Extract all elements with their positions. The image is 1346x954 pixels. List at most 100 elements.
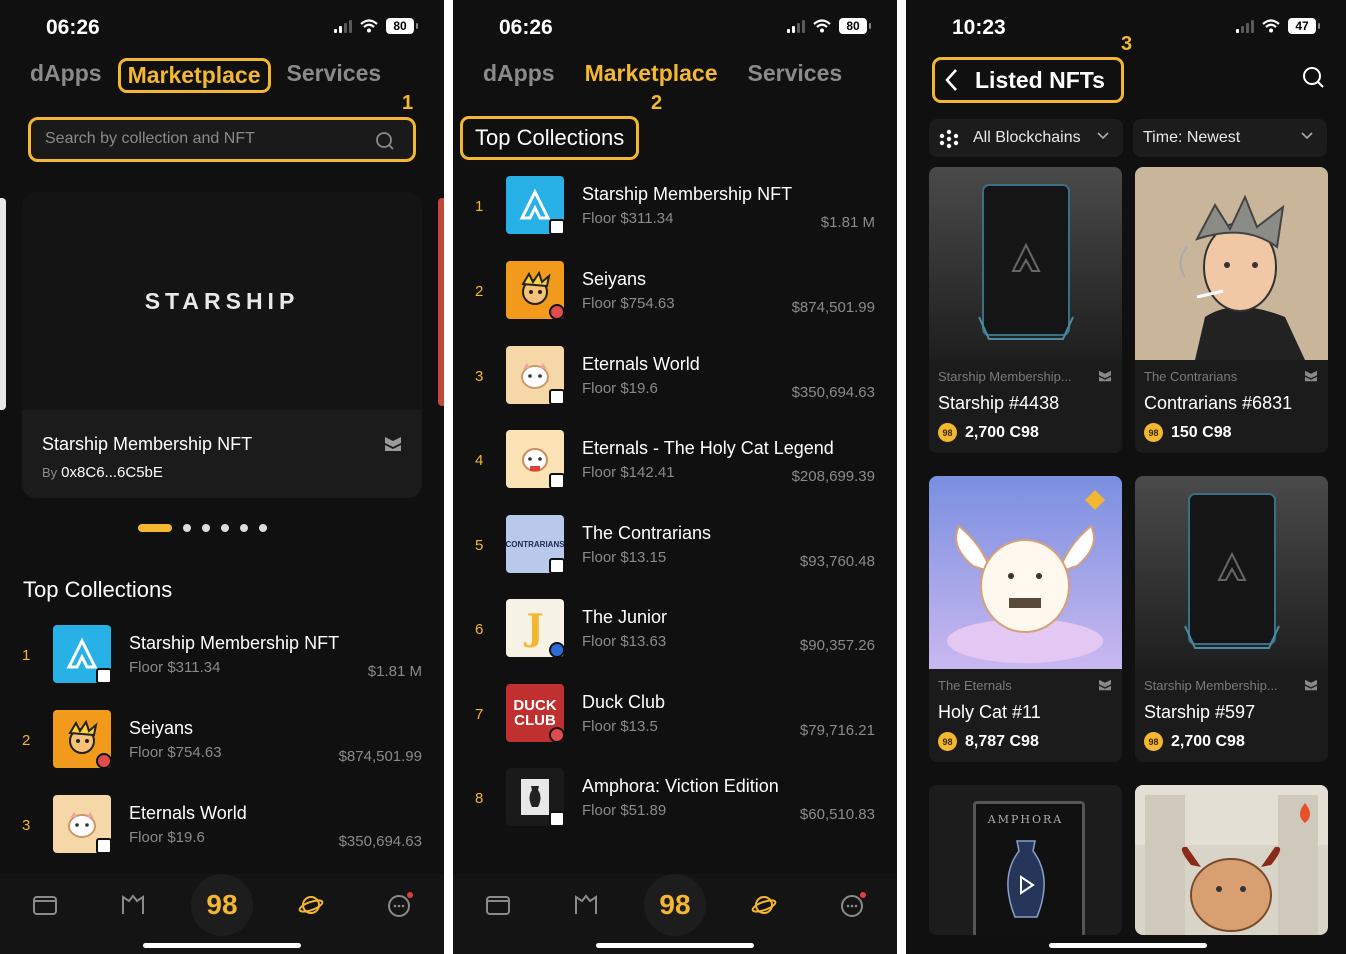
carousel-prev-peek[interactable] (0, 198, 6, 410)
nft-card-partial[interactable] (1135, 785, 1328, 935)
bottom-tab-bar: 98 (0, 874, 444, 954)
tab-marketplace[interactable]: Marketplace (581, 58, 722, 89)
nft-image-holy-cat (929, 476, 1122, 669)
signal-icon (787, 19, 805, 33)
blockchain-filter-dropdown[interactable]: All Blockchains (929, 119, 1123, 157)
chat-icon[interactable] (387, 892, 413, 918)
row-floor: Floor $754.63 (129, 744, 222, 761)
creator-address: 0x8C6...6C5bE (61, 464, 163, 481)
row-name: Eternals - The Holy Cat Legend (582, 438, 834, 458)
nft-card-partial[interactable]: AMPHORA (929, 785, 1122, 935)
row-rank: 4 (475, 452, 484, 469)
row-rank: 1 (22, 647, 31, 664)
viction-chain-icon (1305, 370, 1317, 382)
collection-row[interactable]: 1 Starship Membership NFT Floor $311.34 … (0, 625, 444, 695)
callout-number: 3 (1121, 33, 1133, 55)
row-floor: Floor $13.63 (582, 633, 667, 650)
tab-services[interactable]: Services (744, 58, 847, 89)
row-name: Eternals World (129, 803, 247, 823)
row-rank: 8 (475, 790, 484, 807)
search-icon[interactable] (1302, 66, 1324, 88)
search-bar[interactable] (28, 117, 416, 162)
viction-chain-icon (1099, 370, 1111, 382)
row-floor: Floor $311.34 (129, 659, 221, 676)
row-floor: Floor $19.6 (129, 829, 205, 846)
collection-row[interactable]: 4 Eternals - The Holy Cat Legend Floor $… (453, 430, 897, 500)
sort-dropdown[interactable]: Time: Newest (1133, 119, 1327, 157)
c98-coin-icon: 98 (938, 732, 957, 751)
carousel-dot[interactable] (183, 524, 191, 532)
chain-badge-icon (549, 811, 565, 827)
row-name: The Junior (582, 607, 668, 627)
card-name: Holy Cat #11 (938, 702, 1041, 722)
status-bar: 06:26 80 (0, 12, 444, 44)
row-name: Starship Membership NFT (582, 184, 793, 204)
browser-icon[interactable] (120, 892, 146, 918)
status-time: 06:26 (46, 16, 100, 39)
tab-dapps[interactable]: dApps (479, 58, 559, 89)
card-price: 98 150 C98 (1144, 423, 1232, 442)
row-rank: 3 (22, 817, 31, 834)
collection-row[interactable]: 3 Eternals World Floor $19.6 $350,694.63 (453, 346, 897, 416)
collection-row[interactable]: 8 Amphora: Viction Edition Floor $51.89 … (453, 768, 897, 838)
search-input[interactable] (45, 130, 365, 148)
tab-services[interactable]: Services (283, 58, 386, 93)
collection-row[interactable]: 1 Starship Membership NFT Floor $311.34 … (453, 176, 897, 246)
blockchain-filter-label: All Blockchains (973, 129, 1081, 146)
row-name: Starship Membership NFT (129, 633, 340, 653)
c98-home-button[interactable]: 98 (644, 874, 706, 936)
nft-card[interactable]: Starship Membership... Starship #4438 98… (929, 167, 1122, 453)
collection-row[interactable]: 2 Seiyans Floor $754.63 $874,501.99 (0, 710, 444, 780)
browser-icon[interactable] (573, 892, 599, 918)
back-arrow-icon[interactable] (943, 68, 961, 92)
planet-icon[interactable] (298, 892, 324, 918)
c98-coin-icon: 98 (1144, 423, 1163, 442)
collection-row[interactable]: 6 J The Junior Floor $13.63 $90,357.26 (453, 599, 897, 669)
collection-row[interactable]: 7 DUCK CLUB Duck Club Floor $13.5 $79,71… (453, 684, 897, 754)
chat-icon[interactable] (840, 892, 866, 918)
top-tabs: dApps Marketplace Services (479, 58, 846, 89)
row-volume: $208,699.39 (791, 468, 875, 485)
nft-card[interactable]: Starship Membership... Starship #597 98 2… (1135, 476, 1328, 762)
featured-banner[interactable]: STARSHIP Starship Membership NFT By 0x8C6… (22, 192, 422, 498)
bottom-tab-bar: 98 (453, 874, 897, 954)
page-header: Listed NFTs (932, 57, 1124, 103)
chain-badge-icon (549, 389, 565, 405)
collection-row[interactable]: 5 CONTRARIANS The Contrarians Floor $13.… (453, 515, 897, 585)
wallet-icon[interactable] (485, 892, 511, 918)
row-name: Amphora: Viction Edition (582, 776, 779, 796)
collection-row[interactable]: 3 Eternals World Floor $19.6 $350,694.63 (0, 795, 444, 865)
carousel-dot[interactable] (240, 524, 248, 532)
row-rank: 2 (475, 283, 484, 300)
amphora-label: AMPHORA (987, 813, 1064, 826)
carousel-dot[interactable] (259, 524, 267, 532)
tab-marketplace[interactable]: Marketplace (117, 58, 271, 93)
chain-badge-icon (549, 473, 565, 489)
carousel-dot[interactable] (221, 524, 229, 532)
card-collection: Starship Membership... (1144, 678, 1278, 693)
wallet-icon[interactable] (32, 892, 58, 918)
carousel-dot[interactable] (202, 524, 210, 532)
row-volume: $874,501.99 (791, 299, 875, 316)
price-value: 2,700 C98 (965, 423, 1039, 441)
nft-card[interactable]: The Contrarians Contrarians #6831 98 150 … (1135, 167, 1328, 453)
carousel-dot-active[interactable] (138, 524, 172, 532)
search-icon[interactable] (375, 131, 395, 151)
collection-row[interactable]: 2 Seiyans Floor $754.63 $874,501.99 (453, 261, 897, 331)
battery-icon: 47 (1288, 18, 1320, 34)
wifi-icon (360, 19, 378, 33)
page-title: Listed NFTs (975, 67, 1105, 93)
chevron-down-icon (1301, 132, 1313, 140)
nft-image-bull (1135, 785, 1328, 935)
row-floor: Floor $311.34 (582, 210, 674, 227)
c98-home-button[interactable]: 98 (191, 874, 253, 936)
card-price: 98 2,700 C98 (938, 423, 1039, 442)
sort-label: Time: Newest (1143, 129, 1241, 146)
signal-icon (334, 19, 352, 33)
tab-dapps[interactable]: dApps (26, 58, 106, 93)
nft-card[interactable]: The Eternals Holy Cat #11 98 8,787 C98 (929, 476, 1122, 762)
row-volume: $93,760.48 (799, 553, 875, 570)
planet-icon[interactable] (751, 892, 777, 918)
carousel-next-peek[interactable] (438, 198, 444, 406)
row-floor: Floor $754.63 (582, 295, 675, 312)
